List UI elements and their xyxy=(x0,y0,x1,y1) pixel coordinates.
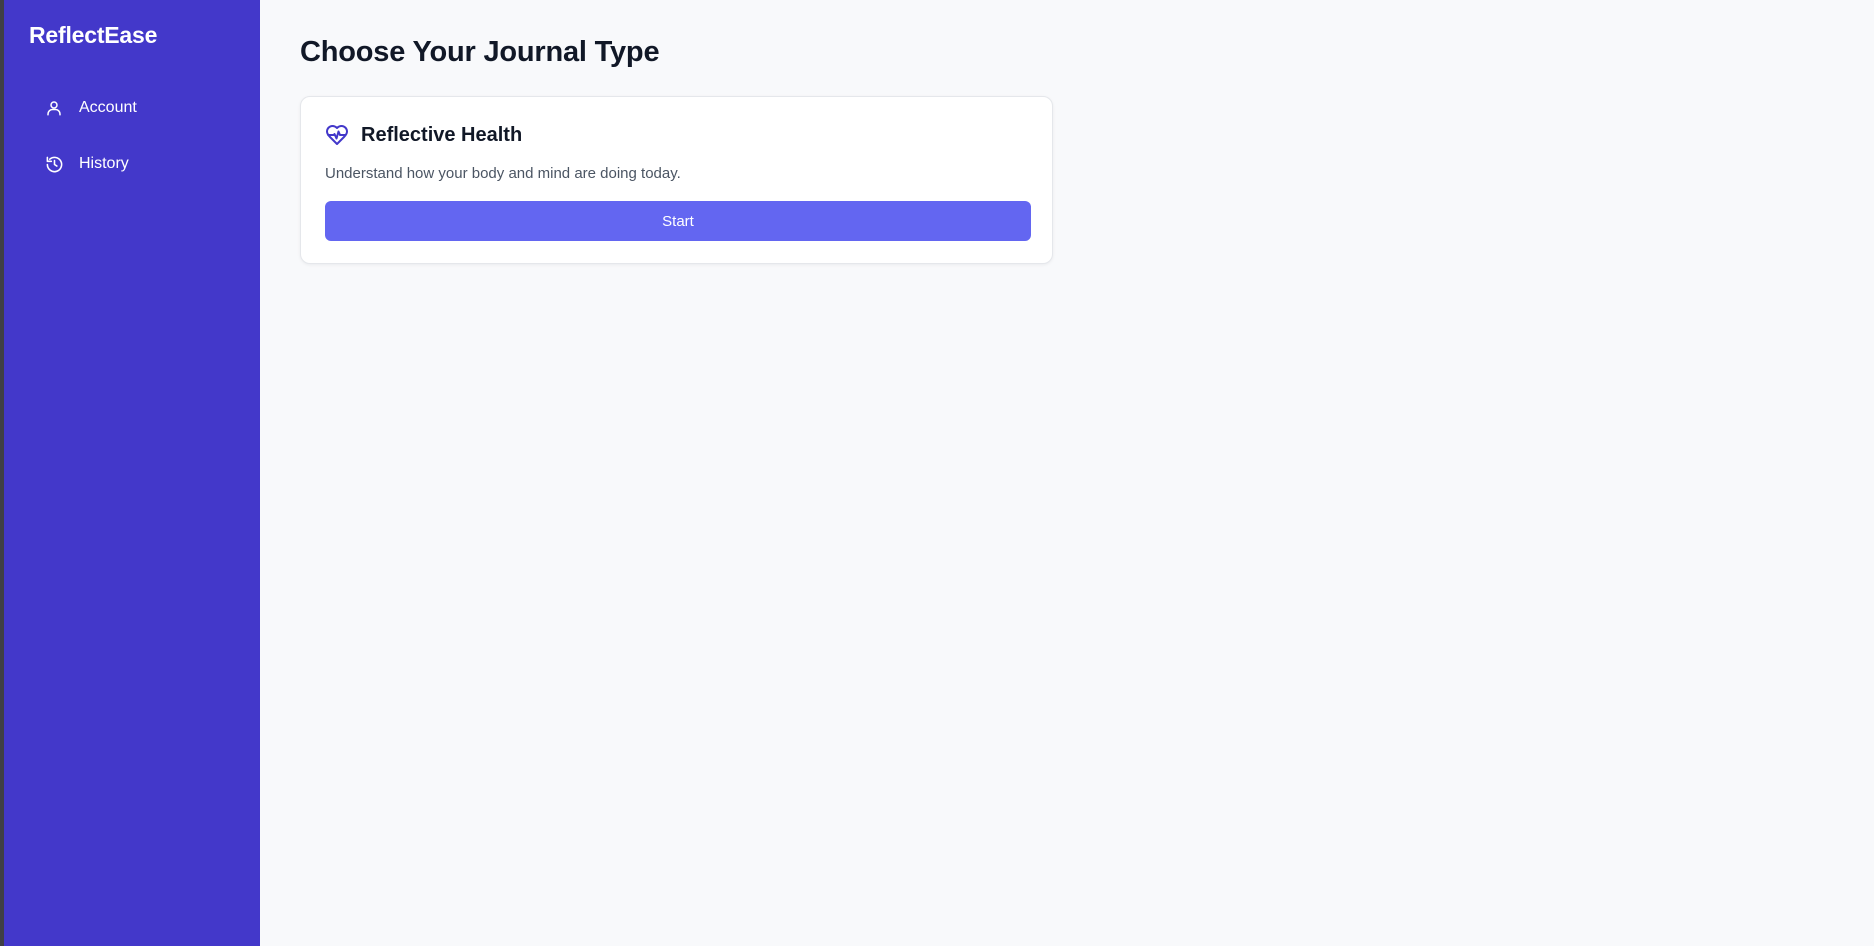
sidebar-item-account[interactable]: Account xyxy=(44,94,137,122)
start-button[interactable]: Start xyxy=(325,201,1031,241)
sidebar-item-label: Account xyxy=(79,99,137,116)
page-title: Choose Your Journal Type xyxy=(300,36,660,68)
app-root: ReflectEase Account History Choose Your … xyxy=(0,0,1874,946)
history-icon xyxy=(44,154,64,174)
card-title: Reflective Health xyxy=(361,123,523,146)
app-logo[interactable]: ReflectEase xyxy=(29,22,157,49)
journal-type-card: Reflective Health Understand how your bo… xyxy=(300,96,1053,264)
heart-pulse-icon xyxy=(325,123,349,147)
sidebar-item-history[interactable]: History xyxy=(44,150,129,178)
card-description: Understand how your body and mind are do… xyxy=(325,165,681,182)
sidebar-item-label: History xyxy=(79,155,129,172)
user-icon xyxy=(44,98,64,118)
sidebar: ReflectEase Account History xyxy=(4,0,260,946)
main-content: Choose Your Journal Type Reflective Heal… xyxy=(260,0,1874,946)
card-header: Reflective Health xyxy=(325,123,522,147)
